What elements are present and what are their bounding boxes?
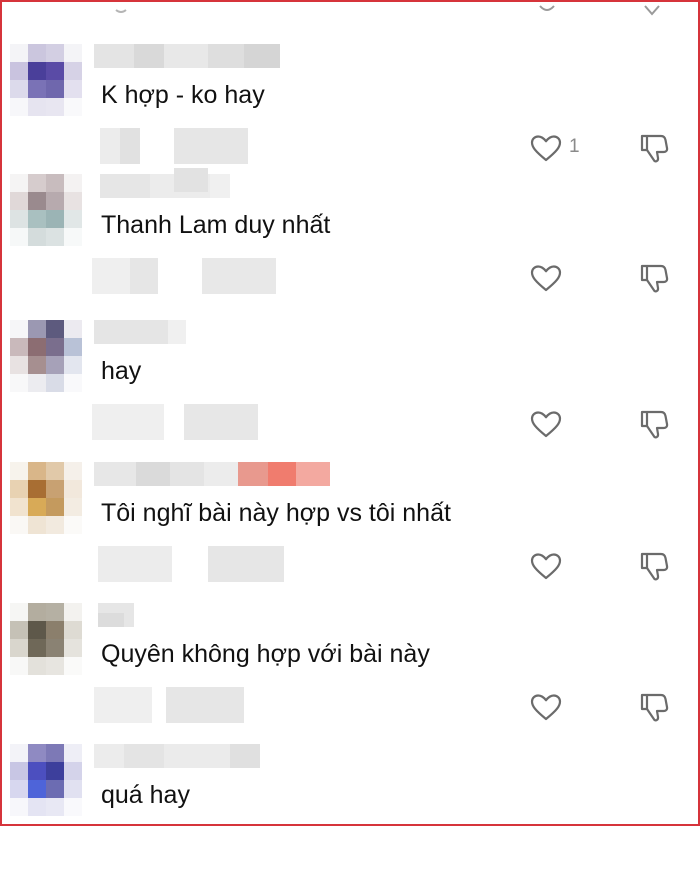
like-button[interactable] <box>528 132 564 164</box>
avatar[interactable] <box>10 603 82 675</box>
comment-item: hay <box>0 320 700 461</box>
previous-comment-actions-remnant <box>115 5 660 16</box>
avatar[interactable] <box>10 44 82 116</box>
avatar[interactable] <box>10 462 82 534</box>
avatar[interactable] <box>10 174 82 246</box>
like-button[interactable] <box>528 550 564 582</box>
comment-text: Thanh Lam duy nhất <box>101 211 331 239</box>
comment-text: quá hay <box>101 781 190 809</box>
comment-item: Thanh Lam duy nhất <box>0 168 700 315</box>
username-redacted[interactable] <box>94 168 314 198</box>
avatar[interactable] <box>10 320 82 392</box>
dislike-button[interactable] <box>636 406 672 442</box>
username-redacted[interactable] <box>94 603 314 627</box>
heart-icon <box>530 411 562 438</box>
dislike-button[interactable] <box>636 548 672 584</box>
like-count: 1 <box>569 136 580 157</box>
heart-icon <box>530 694 562 721</box>
like-button[interactable] <box>528 262 564 294</box>
thumbs-down-icon <box>640 552 669 581</box>
dislike-button[interactable] <box>636 130 672 166</box>
dislike-button[interactable] <box>636 689 672 725</box>
thumbs-down-icon <box>640 264 669 293</box>
thumbs-down-icon <box>640 134 669 163</box>
comment-text: hay <box>101 357 142 385</box>
username-redacted[interactable] <box>94 462 330 486</box>
thumbs-down-icon <box>640 410 669 439</box>
username-redacted[interactable] <box>94 320 314 344</box>
heart-icon <box>530 265 562 292</box>
username-redacted[interactable] <box>94 44 314 68</box>
comment-meta-redacted <box>92 128 292 164</box>
like-button[interactable] <box>528 408 564 440</box>
comment-meta-redacted <box>92 687 292 723</box>
comment-text: Tôi nghĩ bài này hợp vs tôi nhất <box>101 499 451 527</box>
avatar[interactable] <box>10 744 82 816</box>
thumbs-down-icon <box>640 693 669 722</box>
like-button[interactable] <box>528 691 564 723</box>
comment-meta-redacted <box>92 404 292 440</box>
comment-meta-redacted <box>92 546 292 582</box>
dislike-button[interactable] <box>636 260 672 296</box>
heart-icon <box>530 135 562 162</box>
comment-item: K hợp - ko hay 1 <box>0 44 700 185</box>
comment-item: quá hay <box>0 744 700 885</box>
comment-text: Quyên không hợp với bài này <box>101 640 430 668</box>
heart-icon <box>530 553 562 580</box>
comment-item: Quyên không hợp với bài này <box>0 603 700 744</box>
username-redacted[interactable] <box>94 744 314 768</box>
comment-item: Tôi nghĩ bài này hợp vs tôi nhất <box>0 462 700 603</box>
comment-meta-redacted <box>92 258 292 294</box>
comment-text: K hợp - ko hay <box>101 81 265 109</box>
